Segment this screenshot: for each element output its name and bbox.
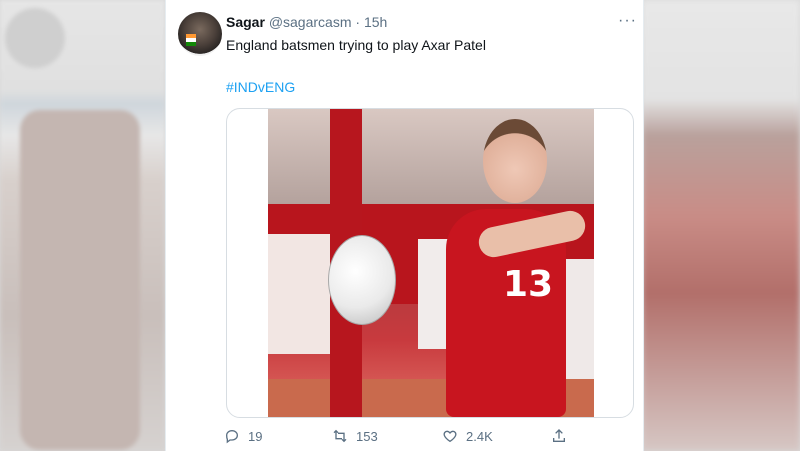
share-button[interactable] bbox=[551, 428, 567, 444]
like-count: 2.4K bbox=[466, 428, 493, 444]
heart-icon bbox=[443, 430, 457, 443]
tweet-actions: 19 153 2.4K bbox=[224, 428, 624, 448]
reply-count: 19 bbox=[248, 428, 263, 444]
tweet-text: England batsmen trying to play Axar Pate… bbox=[226, 37, 486, 53]
tweet-time[interactable]: 15h bbox=[364, 14, 387, 30]
author-handle[interactable]: @sagarcasm bbox=[269, 14, 352, 30]
author-name[interactable]: Sagar bbox=[226, 14, 265, 30]
separator-dot: · bbox=[355, 14, 361, 30]
blur-shape bbox=[5, 8, 65, 68]
like-button[interactable]: 2.4K bbox=[442, 428, 493, 444]
tweet-card[interactable]: Sagar @sagarcasm · 15h ··· England batsm… bbox=[165, 0, 644, 451]
jersey-number: 13 bbox=[503, 264, 554, 305]
photo-banner bbox=[268, 234, 338, 354]
player-head bbox=[483, 119, 547, 203]
tweet-header: Sagar @sagarcasm · 15h bbox=[226, 13, 387, 31]
avatar[interactable] bbox=[178, 12, 222, 56]
retweet-icon bbox=[333, 429, 347, 443]
background-left-blur bbox=[0, 0, 165, 451]
reply-button[interactable]: 19 bbox=[224, 428, 262, 444]
reply-icon bbox=[225, 429, 239, 444]
blur-shape bbox=[20, 110, 140, 450]
background-right-blur bbox=[642, 0, 800, 451]
tweet-photo[interactable]: 13 bbox=[268, 109, 594, 417]
flag-icon bbox=[186, 34, 196, 46]
retweet-count: 153 bbox=[356, 428, 378, 444]
more-icon[interactable]: ··· bbox=[618, 12, 637, 30]
retweet-button[interactable]: 153 bbox=[332, 428, 378, 444]
tweet-media[interactable]: 13 bbox=[226, 108, 634, 418]
volleyball bbox=[328, 235, 396, 325]
share-icon bbox=[553, 429, 565, 442]
hashtag-link[interactable]: #INDvENG bbox=[226, 78, 295, 96]
